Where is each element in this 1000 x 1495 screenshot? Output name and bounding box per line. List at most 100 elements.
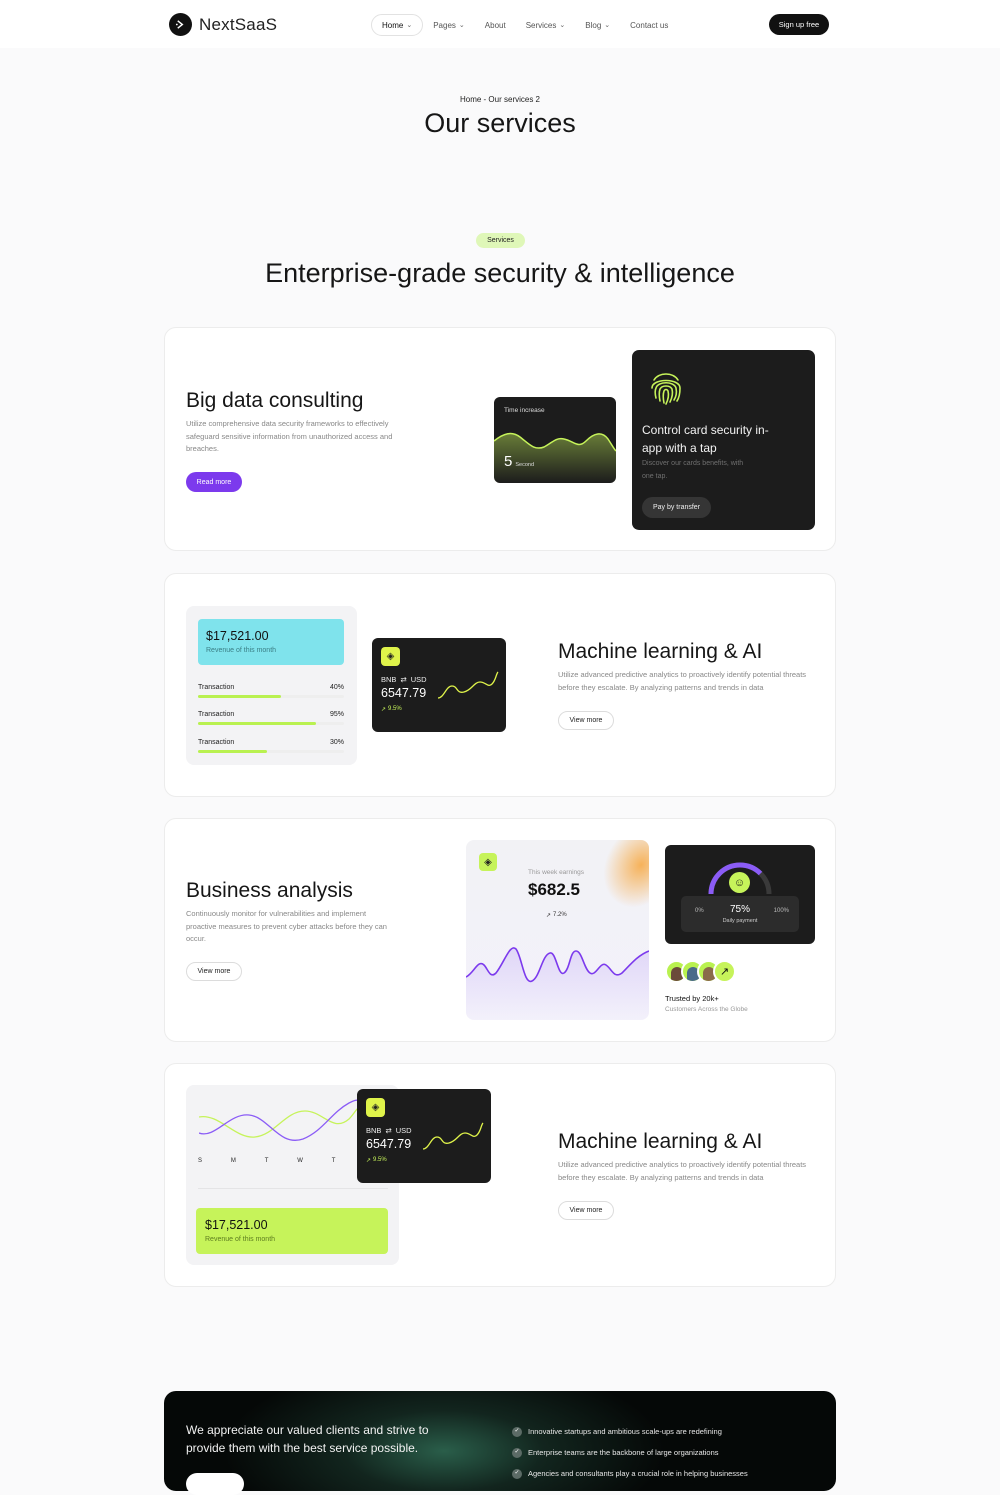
transaction-label: Transaction [198,711,235,718]
earnings-value: $682.5 [528,880,580,899]
chevron-down-icon: ⌄ [406,22,413,29]
pair-from: BNB [381,675,397,684]
gauge-label: Daily payment [722,918,758,924]
bnb-change: 9.5% [388,706,402,712]
fingerprint-icon [651,373,681,405]
bnb-widget: ◈ BNB ⇄ USD 6547.79 ↗ 9.5% [372,638,506,732]
cta-text: We appreciate our valued clients and str… [186,1423,429,1455]
service-card-ml-ai-2: S M T W T F $17,521.00 Revenue of this m… [164,1063,836,1287]
transaction-bar-fill [198,695,282,698]
page-title: Our services [424,108,576,138]
day-label: T [331,1158,336,1164]
trend-up-icon: ↗ [546,913,552,919]
day-label: S [198,1158,203,1164]
card-title: Big data consulting [186,389,364,412]
service-card-ml-ai: $17,521.00 Revenue of this month Transac… [164,573,836,797]
revenue-label: Revenue of this month [206,647,277,654]
nav-blog[interactable]: Blog ⌄ [575,14,620,36]
section-badge: Services [476,233,525,248]
bnb-widget: ◈ BNB ⇄ USD 6547.79 ↗ 9.5% [357,1089,491,1183]
earnings-label: This week earnings [528,869,584,876]
earnings-change: 7.2% [553,912,567,918]
time-increase-widget: Time increase 5 Second [494,397,616,483]
transaction-label: Transaction [198,684,235,691]
binance-icon: ◈ [366,1098,385,1117]
nav-contact[interactable]: Contact us [620,14,678,36]
check-icon: ✓ [512,1426,522,1437]
bnb-value: 6547.79 [381,686,427,700]
chevron-down-icon: ⌄ [559,22,566,29]
signup-button[interactable]: Sign up free [769,14,829,35]
card-description: Utilize comprehensive data security fram… [186,419,393,453]
site-header: NextSaaS Home ⌄ Pages ⌄ About Services ⌄ Bl… [0,0,1000,48]
list-item: ✓ Enterprise teams are the backbone of la… [512,1442,748,1463]
chevron-down-icon: ⌄ [604,22,611,29]
check-icon: ✓ [512,1468,522,1479]
service-card-business-analysis: Business analysis Continuously monitor f… [164,818,836,1042]
cta-banner: We appreciate our valued clients and str… [164,1391,836,1495]
breadcrumb: Home - Our services 2 [459,95,541,104]
binance-icon: ◈ [381,647,400,666]
transaction-value: 95% [329,711,344,718]
card-description: Utilize advanced predictive analytics to… [558,1160,807,1182]
bnb-sparkline [437,671,499,699]
daily-payment-widget: ☺ 0% 75% Daily payment 100% [665,845,815,944]
transaction-row: Transaction 30% [198,739,344,753]
pair-to: USD [395,1126,412,1135]
day-label: W [297,1158,303,1164]
revenue-amount: $17,521.00 [205,1218,268,1232]
view-more-button[interactable]: View more [186,962,242,981]
transaction-value: 40% [329,684,344,691]
trend-up-icon: ↗ [381,707,387,713]
transaction-bar [198,695,344,698]
chevron-down-icon: ⌄ [458,22,465,29]
nav-home[interactable]: Home ⌄ [371,14,424,36]
arrow-up-right-icon[interactable]: ↗ [713,960,736,983]
nav-pages[interactable]: Pages ⌄ [423,14,475,36]
transaction-bar [198,722,344,725]
transaction-bar-fill [198,722,317,725]
card-security-widget: Control card security in-app with a tap … [632,350,815,530]
binance-icon: ◈ [479,853,497,871]
check-icon: ✓ [512,1447,522,1458]
swap-icon: ⇄ [400,675,407,684]
day-label: T [264,1158,269,1164]
earnings-chart [466,947,649,1020]
time-value: 5 [504,453,513,470]
transaction-value: 30% [329,739,344,746]
trust-sub: Customers Across the Globe [665,1006,748,1013]
time-unit: Second [515,462,534,468]
cta-button[interactable] [186,1473,244,1495]
day-label: M [230,1158,236,1164]
cta-points: ✓ Innovative startups and ambitious scale… [512,1421,748,1484]
gauge-readout: 0% 75% Daily payment 100% [681,896,799,932]
smiley-icon: ☺ [729,872,750,893]
transaction-row: Transaction 95% [198,711,344,725]
view-more-button[interactable]: View more [558,1201,614,1220]
pair-to: USD [410,675,427,684]
security-title: Control card security in-app with a tap [642,423,769,455]
nav-about[interactable]: About [475,14,516,36]
card-description: Continuously monitor for vulnerabilities… [186,909,387,943]
logo[interactable]: NextSaaS [169,13,277,36]
card-description: Utilize advanced predictive analytics to… [558,670,807,692]
pay-by-transfer-button[interactable]: Pay by transfer [642,497,711,518]
pair-from: BNB [366,1126,382,1135]
card-title: Business analysis [186,879,353,902]
bnb-value: 6547.79 [366,1137,412,1151]
avatar-group: ↗ [665,960,736,983]
time-label: Time increase [504,407,545,414]
security-desc: Discover our cards benefits, with one ta… [642,460,744,480]
read-more-button[interactable]: Read more [186,472,242,492]
main-nav: Home ⌄ Pages ⌄ About Services ⌄ Blog ⌄ Conta… [371,14,678,36]
trend-up-icon: ↗ [366,1158,372,1164]
view-more-button[interactable]: View more [558,711,614,730]
weekly-line-chart [199,1099,359,1141]
revenue-label: Revenue of this month [205,1236,276,1243]
swap-icon: ⇄ [385,1126,392,1135]
nav-services[interactable]: Services ⌄ [516,14,576,36]
time-chart [494,432,616,483]
trust-title: Trusted by 20k+ [665,994,719,1003]
list-item: ✓ Agencies and consultants play a crucial… [512,1463,748,1484]
revenue-box: $17,521.00 Revenue of this month [196,1208,388,1254]
